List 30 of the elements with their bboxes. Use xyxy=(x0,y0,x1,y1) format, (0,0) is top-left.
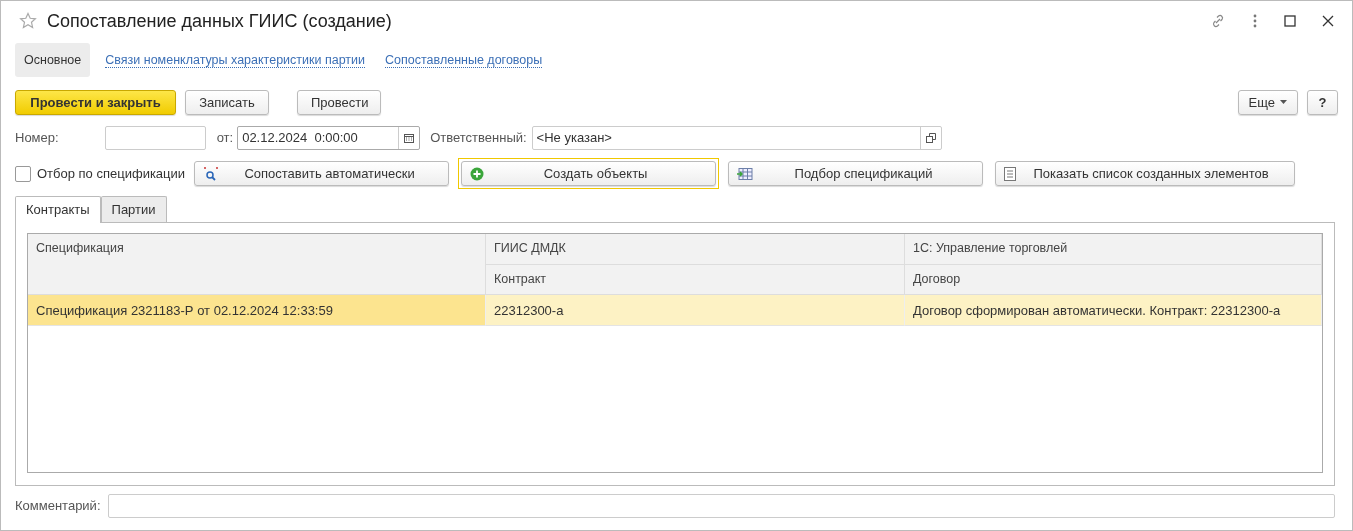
field-label: Комментарий: xyxy=(15,498,101,513)
column-header: Договор xyxy=(905,265,1322,295)
column-group-header: ГИИС ДМДК xyxy=(486,234,905,265)
action-button[interactable]: Сопоставить автоматически xyxy=(194,161,450,186)
window-title: Сопоставление данных ГИИС (создание) xyxy=(47,10,392,32)
field-label: от: xyxy=(216,130,234,145)
post-and-close-button[interactable]: Провести и закрыть xyxy=(15,89,176,115)
column-header: Спецификация xyxy=(28,234,486,295)
section-link[interactable]: Сопоставленные договоры xyxy=(385,52,543,68)
action-button[interactable]: Создать объекты xyxy=(461,161,717,186)
field-label: Ответственный: xyxy=(430,130,527,145)
toolbar-button[interactable]: Провести xyxy=(297,89,381,115)
section-link[interactable]: Связи номенклатуры характеристики партии xyxy=(105,52,366,68)
action-button[interactable]: Показать список созданных элементов xyxy=(995,161,1296,186)
action-button[interactable]: Подбор спецификаций xyxy=(728,161,984,186)
help-button[interactable]: ? xyxy=(1307,89,1338,115)
more-button[interactable]: Еще xyxy=(1237,89,1298,115)
column-header: Контракт xyxy=(486,265,905,295)
table-cell: Спецификация 2321183-Р от 02.12.2024 12:33:59 xyxy=(28,295,486,326)
table-cell: Договор сформирован автоматически. Контракт: 22312300-а xyxy=(905,295,1322,326)
responsible-field[interactable]: <Не указан> xyxy=(531,125,942,150)
table-cell: 22312300-а xyxy=(486,295,905,326)
field-label: Номер: xyxy=(15,130,59,145)
tab[interactable]: Партии xyxy=(100,196,167,222)
column-group-header: 1С: Управление торговлей xyxy=(905,234,1322,265)
tab[interactable]: Контракты xyxy=(15,196,101,223)
date-field[interactable]: 02.12.2024 0:00:00 xyxy=(237,125,421,150)
section-tab[interactable]: Основное xyxy=(15,43,91,77)
toolbar-button[interactable]: Записать xyxy=(185,89,269,115)
checkbox-label: Отбор по спецификации xyxy=(37,166,186,181)
